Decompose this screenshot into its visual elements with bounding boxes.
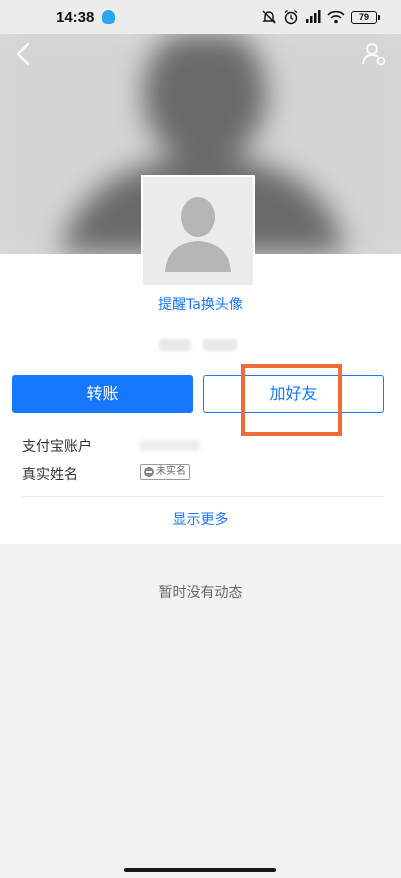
real-name-label: 真实姓名 [22,467,78,483]
masked-text [159,339,191,351]
wifi-icon [327,10,345,24]
chevron-left-icon [16,42,30,66]
masked-account-value [140,440,200,451]
unverified-badge-label: 未实名 [156,466,186,477]
empty-feed-text: 暂时没有动态 [158,585,243,601]
back-button[interactable] [12,40,36,68]
add-friend-button[interactable]: 加好友 [203,375,384,413]
masked-nickname [148,336,248,354]
qq-icon [102,10,116,24]
show-more-link[interactable]: 显示更多 [0,509,401,529]
masked-text [203,339,237,351]
unverified-badge: 未实名 [140,464,190,480]
status-time: 14:38 [56,8,95,26]
alipay-account-label: 支付宝账户 [22,439,92,455]
user-settings-icon [362,43,386,66]
profile-settings-button[interactable] [361,41,387,67]
do-not-disturb-icon [262,10,276,24]
status-bar: 14:38 79 [0,0,401,34]
status-left: 14:38 [56,8,116,26]
minus-circle-icon [144,467,154,477]
divider [22,496,384,497]
home-indicator[interactable] [124,868,276,872]
signal-icon [306,10,321,23]
battery-icon: 79 [351,10,380,24]
remind-change-avatar-link[interactable]: 提醒Ta换头像 [0,294,401,314]
default-avatar-icon [143,177,253,285]
avatar[interactable] [141,175,255,287]
status-right: 79 [261,9,380,25]
transfer-button[interactable]: 转账 [12,375,193,413]
alarm-icon [284,9,298,25]
